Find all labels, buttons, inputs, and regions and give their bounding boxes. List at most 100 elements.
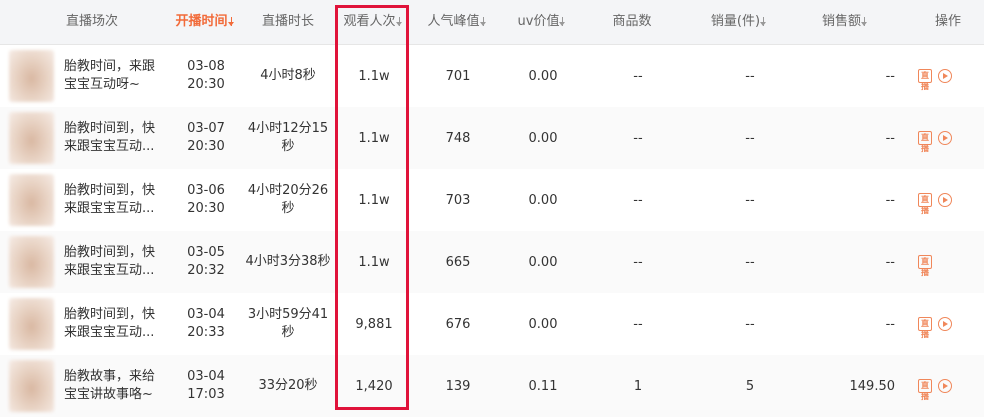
- start-time: 03-08 20:30: [180, 45, 232, 107]
- session-thumbnail[interactable]: [9, 236, 54, 288]
- table-row[interactable]: 胎教时间到，快 来跟宝宝互动... 03-07 20:30 4小时12分15秒 1.1w 7…: [0, 107, 984, 169]
- session-thumbnail[interactable]: [9, 112, 54, 164]
- duration-value: 3小时59分41秒: [247, 307, 329, 340]
- views-value: 9,881: [355, 316, 393, 332]
- session-title-line: 胎教时间到，快: [64, 183, 156, 198]
- live-replay-icon[interactable]: 直播: [918, 379, 932, 401]
- live-replay-icon[interactable]: 直播: [918, 131, 932, 153]
- session-title-line: 来跟宝宝互动...: [64, 325, 155, 340]
- play-icon[interactable]: [938, 317, 952, 331]
- duration-value: 4小时20分26秒: [247, 183, 329, 216]
- start-time: 03-04 17:03: [180, 355, 232, 417]
- start-date: 03-07: [187, 121, 225, 136]
- session-title[interactable]: 胎教时间，来跟 宝宝互动呀~: [64, 45, 168, 107]
- session-title[interactable]: 胎教时间到，快 来跟宝宝互动...: [64, 107, 168, 169]
- start-clock: 20:30: [187, 77, 225, 92]
- views-value: 1.1w: [358, 68, 390, 84]
- play-icon[interactable]: [938, 193, 952, 207]
- column-header-sales[interactable]: 销量(件): [700, 0, 780, 44]
- duration-value: 4小时12分15秒: [247, 121, 329, 154]
- goods-value: --: [633, 316, 643, 332]
- actions-cell: 直播: [918, 169, 978, 231]
- column-header-session: 直播场次: [65, 14, 118, 29]
- column-header-peak[interactable]: 人气峰值: [422, 0, 494, 44]
- column-header-uv[interactable]: uv价值: [510, 0, 576, 44]
- sort-icon[interactable]: [395, 17, 405, 26]
- start-time: 03-06 20:30: [180, 169, 232, 231]
- start-clock: 17:03: [187, 387, 225, 402]
- play-icon[interactable]: [938, 131, 952, 145]
- column-header-views[interactable]: 观看人次: [338, 0, 410, 44]
- session-thumbnail[interactable]: [9, 50, 54, 102]
- live-replay-icon[interactable]: 直播: [918, 69, 932, 91]
- amount-value: --: [885, 254, 895, 270]
- duration-value: 4小时8秒: [260, 68, 316, 83]
- table-row[interactable]: 胎教故事，来给 宝宝讲故事咯~ 03-04 17:03 33分20秒 1,420 139 0.…: [0, 355, 984, 417]
- table-row[interactable]: 胎教时间到，快 来跟宝宝互动... 03-05 20:32 4小时3分38秒 1.1w 66…: [0, 231, 984, 293]
- views-value: 1.1w: [358, 254, 390, 270]
- sales-value: --: [745, 316, 755, 332]
- goods-value: --: [633, 68, 643, 84]
- peak-value: 676: [445, 316, 471, 332]
- sort-icon[interactable]: [479, 17, 489, 26]
- duration-value: 4小时3分38秒: [245, 254, 331, 269]
- start-date: 03-08: [187, 59, 225, 74]
- actions-cell: 直播: [918, 293, 978, 355]
- session-title-line: 胎教时间到，快: [64, 245, 156, 260]
- peak-value: 703: [445, 192, 471, 208]
- amount-value: --: [885, 130, 895, 146]
- column-header-goods: 商品数: [612, 14, 652, 29]
- live-replay-icon[interactable]: 直播: [918, 193, 932, 215]
- session-title-line: 胎教时间到，快: [64, 121, 156, 136]
- actions-cell: 直播: [918, 107, 978, 169]
- table-header: 直播场次 开播时间 直播时长 观看人次 人气峰值 uv价值 商品数 销量(件) …: [0, 0, 984, 45]
- views-value: 1,420: [355, 378, 393, 394]
- session-title-line: 来跟宝宝互动...: [64, 263, 155, 278]
- uv-value: 0.11: [528, 378, 558, 394]
- live-replay-icon[interactable]: 直播: [918, 317, 932, 339]
- start-time: 03-05 20:32: [180, 231, 232, 293]
- sort-icon[interactable]: [227, 17, 237, 26]
- start-time: 03-04 20:33: [180, 293, 232, 355]
- goods-value: --: [633, 130, 643, 146]
- amount-value: --: [885, 316, 895, 332]
- start-date: 03-05: [187, 245, 225, 260]
- play-icon[interactable]: [938, 69, 952, 83]
- start-date: 03-06: [187, 183, 225, 198]
- uv-value: 0.00: [528, 192, 558, 208]
- table-row[interactable]: 胎教时间到，快 来跟宝宝互动... 03-04 20:33 3小时59分41秒 9,881…: [0, 293, 984, 355]
- session-thumbnail[interactable]: [9, 360, 54, 412]
- peak-value: 748: [445, 130, 471, 146]
- play-icon[interactable]: [938, 379, 952, 393]
- session-title[interactable]: 胎教故事，来给 宝宝讲故事咯~: [64, 355, 168, 417]
- sort-icon[interactable]: [559, 17, 568, 26]
- table-row[interactable]: 胎教时间，来跟 宝宝互动呀~ 03-08 20:30 4小时8秒 1.1w 701 0.00 -…: [0, 45, 984, 107]
- start-clock: 20:30: [187, 201, 225, 216]
- session-title-line: 胎教故事，来给: [64, 369, 156, 384]
- amount-value: --: [885, 192, 895, 208]
- duration-value: 33分20秒: [258, 378, 318, 393]
- start-clock: 20:32: [187, 263, 225, 278]
- goods-value: 1: [633, 378, 643, 394]
- sort-icon[interactable]: [760, 17, 769, 26]
- session-title-line: 来跟宝宝互动...: [64, 201, 155, 216]
- actions-cell: 直播: [918, 231, 978, 293]
- uv-value: 0.00: [528, 254, 558, 270]
- session-thumbnail[interactable]: [9, 298, 54, 350]
- live-replay-icon[interactable]: 直播: [918, 255, 932, 277]
- views-value: 1.1w: [358, 192, 390, 208]
- session-title[interactable]: 胎教时间到，快 来跟宝宝互动...: [64, 293, 168, 355]
- views-value: 1.1w: [358, 130, 390, 146]
- peak-value: 665: [445, 254, 471, 270]
- amount-value: --: [885, 68, 895, 84]
- session-title[interactable]: 胎教时间到，快 来跟宝宝互动...: [64, 169, 168, 231]
- session-title[interactable]: 胎教时间到，快 来跟宝宝互动...: [64, 231, 168, 293]
- actions-cell: 直播: [918, 355, 978, 417]
- column-header-amount[interactable]: 销售额: [816, 0, 876, 44]
- table-row[interactable]: 胎教时间到，快 来跟宝宝互动... 03-06 20:30 4小时20分26秒 1.1w 7…: [0, 169, 984, 231]
- session-title-line: 来跟宝宝互动...: [64, 139, 155, 154]
- sort-icon[interactable]: [861, 17, 870, 26]
- session-thumbnail[interactable]: [9, 174, 54, 226]
- column-header-start-time[interactable]: 开播时间: [170, 0, 242, 44]
- uv-value: 0.00: [528, 130, 558, 146]
